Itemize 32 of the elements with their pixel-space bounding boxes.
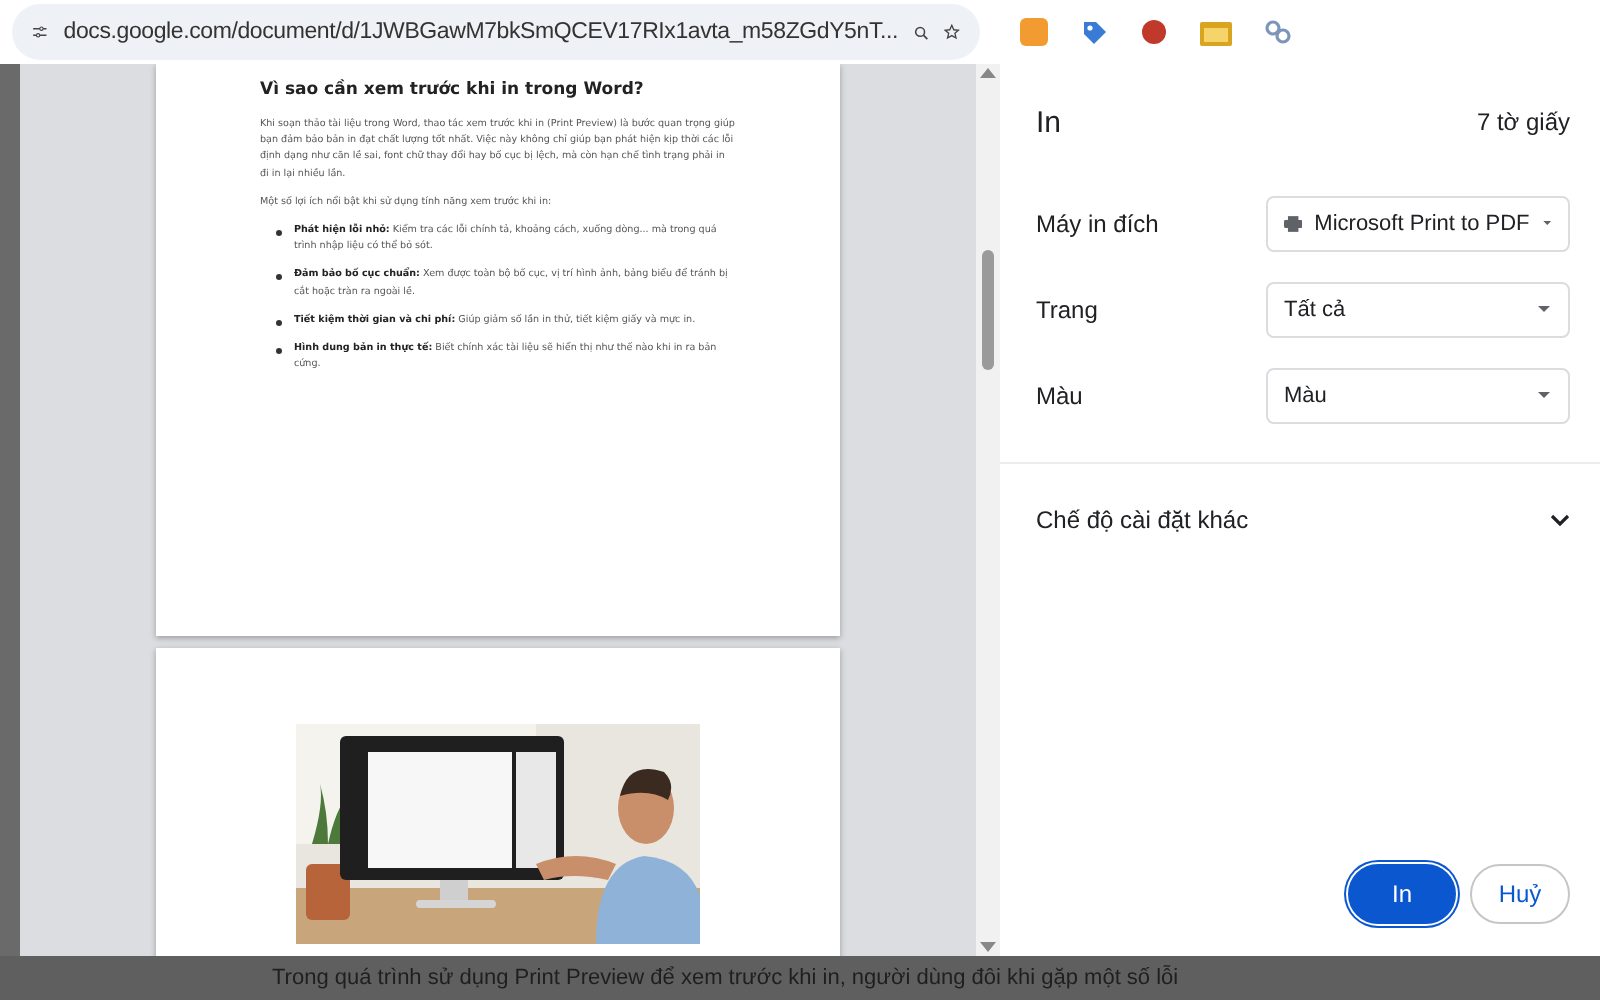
scroll-up-icon[interactable]: [980, 68, 996, 78]
setting-label: Máy in đích: [1036, 209, 1159, 237]
bullet-icon: [276, 230, 282, 237]
sheet-count: 7 tờ giấy: [1476, 108, 1570, 136]
bullet-icon: [276, 274, 282, 281]
bullet-icon: [276, 319, 282, 326]
dropdown-caret-icon: [1536, 390, 1552, 400]
dropdown-caret-icon: [1536, 304, 1552, 314]
setting-dropdown[interactable]: Màu: [1266, 367, 1570, 423]
setting-label: Trang: [1036, 295, 1098, 323]
page-heading: Vì sao cần xem trước khi in trong Word?: [260, 80, 646, 100]
scrollbar[interactable]: [976, 64, 1000, 956]
more-settings-toggle[interactable]: Chế độ cài đặt khác: [1036, 464, 1570, 576]
bullet-icon: [276, 348, 282, 355]
site-settings-icon[interactable]: [32, 20, 48, 44]
cancel-button[interactable]: Huỷ: [1470, 864, 1570, 924]
panel-title: In: [1036, 105, 1062, 139]
url-text: docs.google.com/document/d/1JWBGawM7bkSmQCEV17RIx1avta_m58ZGdY5nT...: [63, 20, 898, 44]
scroll-thumb[interactable]: [982, 250, 994, 370]
print-button[interactable]: In: [1348, 864, 1456, 924]
tag-icon[interactable]: [1080, 18, 1108, 46]
link-icon[interactable]: [1264, 18, 1292, 46]
folder-icon[interactable]: [1200, 19, 1232, 45]
setting-dropdown[interactable]: Tất cả: [1266, 281, 1570, 337]
dropdown-caret-icon: [1541, 218, 1552, 228]
setting-label: Màu: [1036, 381, 1083, 409]
scroll-down-icon[interactable]: [980, 942, 996, 952]
caption-text: Trong quá trình sử dụng Print Preview để xem trước khi in, người dùng đôi khi gặp một số lỗi: [272, 966, 1179, 990]
extension-icon[interactable]: [1140, 18, 1168, 46]
address-bar[interactable]: docs.google.com/document/d/1JWBGawM7bkSmQCEV17RIx1avta_m58ZGdY5nT...: [12, 4, 980, 60]
chevron-icon: [1550, 514, 1570, 526]
setting-dropdown[interactable]: Microsoft Print to PDF: [1266, 195, 1570, 251]
